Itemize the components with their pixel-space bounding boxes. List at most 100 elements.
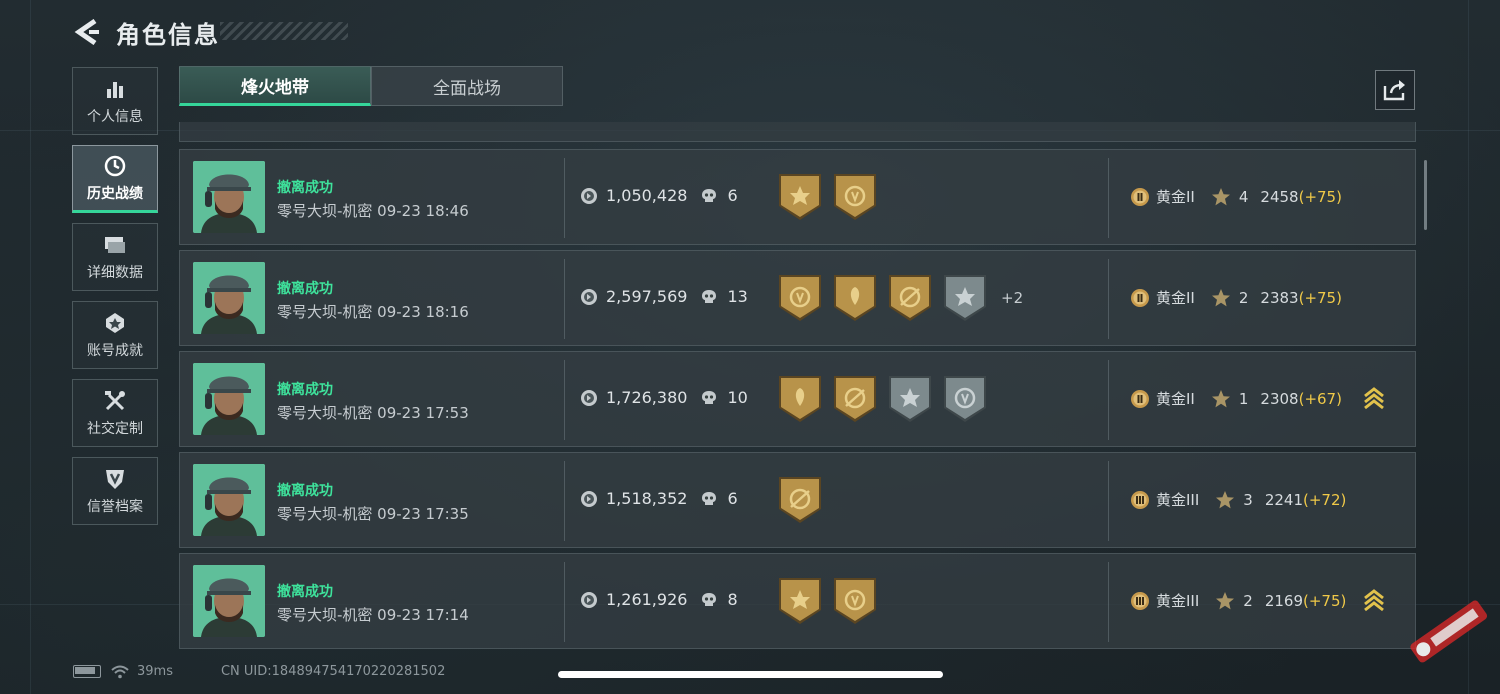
- sidebar-item-5[interactable]: 信誉档案: [72, 457, 158, 525]
- points-text: 2458: [1260, 187, 1299, 206]
- star-icon: [1199, 490, 1243, 510]
- skull-icon: [687, 592, 727, 608]
- rank-text: 黄金III: [1156, 592, 1200, 610]
- list-item-partial: [179, 122, 1416, 142]
- mode-tabs: 烽火地带 全面战场: [179, 66, 563, 106]
- skull-icon: [687, 491, 727, 507]
- extract-status: 撤离成功: [277, 483, 333, 499]
- loot-value: 1,726,380 10: [580, 388, 748, 407]
- stars-text: 2: [1243, 591, 1253, 610]
- map-and-time: 零号大坝-机密 09-23 17:53: [277, 404, 469, 422]
- divider: [1108, 259, 1109, 339]
- share-button[interactable]: [1375, 70, 1415, 110]
- stars-text: 4: [1238, 187, 1249, 206]
- value-text: 1,726,380: [606, 388, 688, 407]
- medal-icon: [777, 576, 832, 626]
- points-delta: (+75): [1298, 187, 1342, 206]
- list-scrollbar[interactable]: [1424, 160, 1427, 230]
- medal-icon: [887, 273, 942, 323]
- skull-icon: [687, 390, 727, 406]
- loot-value: 2,597,569 13: [580, 287, 748, 306]
- uid-text: CN UID:184894754170220281502: [220, 664, 446, 679]
- shield-icon: [102, 466, 128, 492]
- medal-icon: [777, 172, 832, 222]
- rank-info: 黄金II 1 2308(+67): [1130, 388, 1342, 409]
- rank-text: 黄金II: [1156, 289, 1195, 307]
- sidebar-item-label: 信誉档案: [87, 499, 143, 515]
- value-text: 1,261,926: [606, 590, 688, 609]
- sidebar-item-1[interactable]: 历史战绩: [72, 145, 158, 213]
- title-decoration: [220, 22, 348, 40]
- divider: [564, 158, 565, 238]
- coin-icon: [580, 490, 606, 508]
- match-record-row[interactable]: 撤离成功 零号大坝-机密 09-23 18:46 1,050,428 6 黄金II 4 24…: [179, 149, 1416, 245]
- divider: [564, 461, 565, 541]
- home-indicator[interactable]: [558, 671, 943, 678]
- extract-status: 撤离成功: [277, 584, 333, 600]
- sidebar-item-label: 社交定制: [87, 421, 143, 437]
- star-icon: [1195, 187, 1239, 207]
- kills-text: 6: [727, 186, 738, 205]
- points-delta: (+72): [1303, 490, 1347, 509]
- match-record-row[interactable]: 撤离成功 零号大坝-机密 09-23 17:53 1,726,380 10 黄金II 1 2…: [179, 351, 1416, 447]
- match-record-row[interactable]: 撤离成功 零号大坝-机密 09-23 17:35 1,518,352 6 黄金III 3 2…: [179, 452, 1416, 548]
- medal-icon: [832, 172, 887, 222]
- coin-icon: [580, 187, 606, 205]
- medal-icon: [832, 374, 887, 424]
- extract-status: 撤离成功: [277, 180, 333, 196]
- battery-icon: [73, 665, 101, 678]
- back-button[interactable]: [72, 17, 102, 47]
- medal-icon: [942, 374, 997, 424]
- rank-text: 黄金II: [1156, 390, 1195, 408]
- match-record-row[interactable]: 撤离成功 零号大坝-机密 09-23 18:16 2,597,569 13 +2 黄金II…: [179, 250, 1416, 346]
- ping-text: 39ms: [137, 664, 173, 679]
- kills-text: 8: [727, 590, 738, 609]
- points-delta: (+75): [1298, 288, 1342, 307]
- stars-text: 3: [1243, 490, 1253, 509]
- rank-icon: [1130, 187, 1156, 207]
- rank-icon: [1130, 591, 1156, 611]
- sidebar-item-4[interactable]: 社交定制: [72, 379, 158, 447]
- divider: [564, 360, 565, 440]
- rank-text: 黄金III: [1156, 491, 1200, 509]
- map-and-time: 零号大坝-机密 09-23 17:14: [277, 606, 469, 624]
- sidebar-item-label: 详细数据: [87, 265, 143, 281]
- sidebar-item-2[interactable]: 详细数据: [72, 223, 158, 291]
- medal-list: [777, 172, 891, 222]
- loot-value: 1,518,352 6: [580, 489, 738, 508]
- medal-icon: [832, 273, 887, 323]
- star-icon: [1199, 591, 1243, 611]
- points: 2241(+72): [1265, 491, 1347, 509]
- star-icon: [1195, 389, 1239, 409]
- match-record-row[interactable]: 撤离成功零号大坝-机密 09-23 17:14 1,261,926 8 黄金III 2 2…: [179, 553, 1416, 649]
- avatar: [193, 161, 265, 233]
- rank-text: 黄金II: [1156, 188, 1195, 206]
- sidebar-item-label: 历史战绩: [87, 186, 143, 202]
- back-arrow-icon: [74, 19, 99, 45]
- extract-status: 撤离成功: [277, 281, 333, 297]
- points-text: 2383: [1260, 288, 1299, 307]
- divider: [1108, 360, 1109, 440]
- sidebar-item-3[interactable]: 账号成就: [72, 301, 158, 369]
- rank-info: 黄金III 2 2169(+75): [1130, 590, 1346, 611]
- skull-icon: [687, 188, 727, 204]
- avatar: [193, 565, 265, 637]
- value-text: 1,050,428: [606, 186, 688, 205]
- tab-0[interactable]: 烽火地带: [179, 66, 371, 106]
- points-text: 2169: [1264, 591, 1304, 610]
- divider: [564, 562, 565, 642]
- share-icon: [1383, 80, 1405, 101]
- sidebar-item-label: 个人信息: [87, 109, 143, 125]
- tab-1[interactable]: 全面战场: [371, 66, 563, 106]
- points-delta: (+67): [1298, 389, 1342, 408]
- stars-text: 2: [1238, 288, 1249, 307]
- sidebar-item-0[interactable]: 个人信息: [72, 67, 158, 135]
- match-history-list[interactable]: 撤离成功 零号大坝-机密 09-23 18:46 1,050,428 6 黄金II 4 24…: [179, 122, 1417, 650]
- watermark-logo: [1410, 600, 1488, 663]
- points: 2383(+75): [1260, 289, 1342, 307]
- medal-icon: [777, 475, 832, 525]
- rank-info: 黄金II 4 2458(+75): [1130, 186, 1342, 207]
- badge-icon: [102, 310, 128, 336]
- points-text: 2241: [1264, 490, 1304, 509]
- medal-icon: [832, 576, 887, 626]
